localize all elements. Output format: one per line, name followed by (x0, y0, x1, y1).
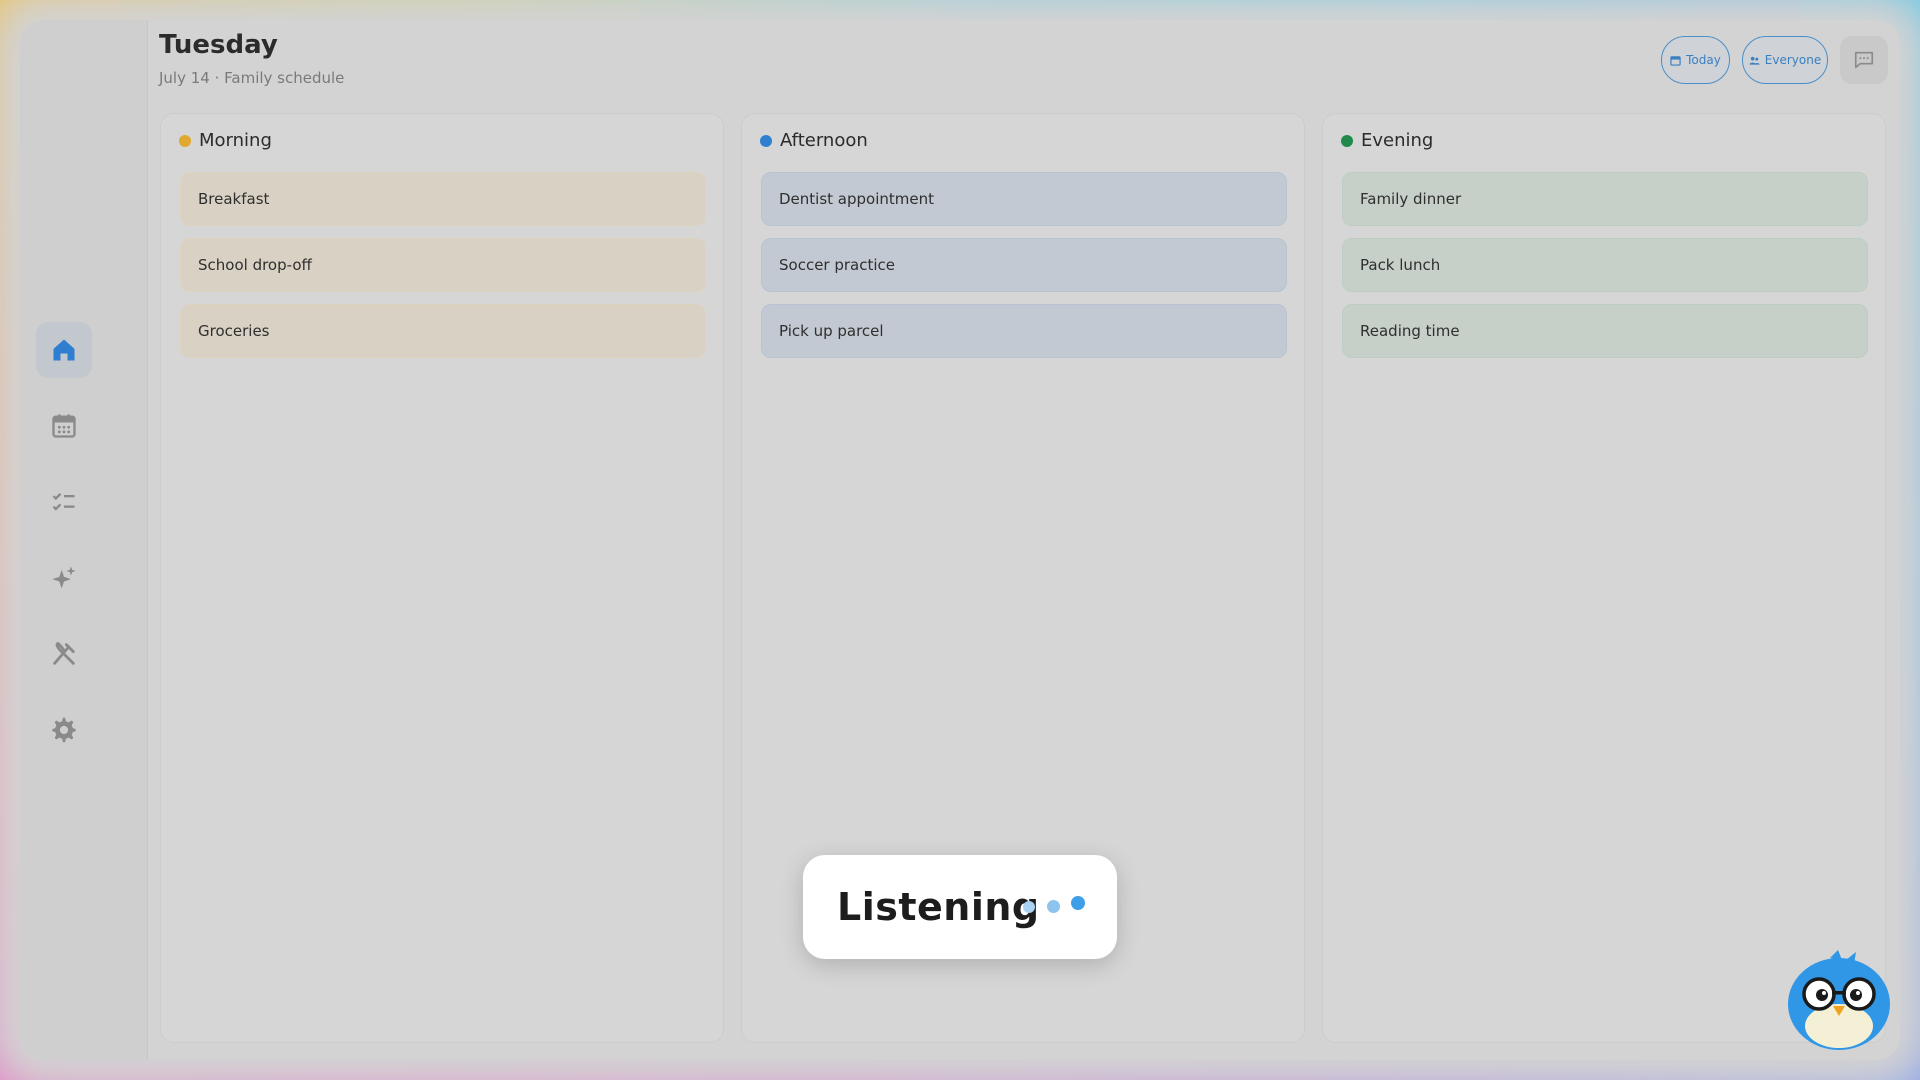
listening-dot (1047, 900, 1060, 913)
evening-dot (1341, 134, 1353, 147)
owl-mascot-icon[interactable] (1786, 950, 1892, 1052)
item-label: Pick up parcel (779, 322, 884, 340)
page-subtitle: July 14 · Family schedule (159, 69, 345, 87)
listening-dot (1023, 901, 1035, 913)
column-morning: Morning Breakfast School drop-off Grocer… (160, 113, 724, 1043)
listening-label: Listening (837, 885, 1040, 929)
list-item[interactable]: Family dinner (1342, 172, 1868, 226)
item-label: Breakfast (198, 190, 270, 208)
sidebar-item-home[interactable] (36, 322, 92, 378)
list-item[interactable]: Reading time (1342, 304, 1868, 358)
sidebar (20, 20, 148, 1060)
home-icon (53, 339, 75, 361)
item-label: Groceries (198, 322, 270, 340)
item-label: Reading time (1360, 322, 1460, 340)
today-button[interactable]: Today (1661, 36, 1730, 84)
column-title: Evening (1361, 130, 1434, 151)
everyone-label: Everyone (1764, 53, 1822, 67)
sidebar-item-settings[interactable] (36, 702, 92, 758)
column-header: Afternoon (760, 130, 868, 151)
column-header: Evening (1341, 130, 1433, 151)
chat-button[interactable] (1840, 36, 1888, 84)
page-title: Tuesday (159, 30, 278, 60)
list-item[interactable]: Dentist appointment (761, 172, 1287, 226)
item-label: Soccer practice (779, 256, 896, 274)
item-label: Family dinner (1360, 190, 1462, 208)
people-icon (1749, 56, 1760, 65)
list-item[interactable]: Soccer practice (761, 238, 1287, 292)
list-item[interactable]: Pick up parcel (761, 304, 1287, 358)
item-label: Dentist appointment (779, 190, 934, 208)
sidebar-item-tasks[interactable] (36, 474, 92, 530)
checklist-icon (52, 493, 75, 511)
column-evening: Evening Family dinner Pack lunch Reading… (1322, 113, 1886, 1043)
chat-icon (1854, 51, 1874, 69)
list-item[interactable]: Breakfast (180, 172, 706, 226)
everyone-button[interactable]: Everyone (1742, 36, 1828, 84)
column-title: Afternoon (780, 130, 868, 151)
sparkles-icon (52, 566, 76, 589)
calendar-icon (1670, 55, 1681, 66)
column-title: Morning (199, 130, 272, 151)
item-label: Pack lunch (1360, 256, 1441, 274)
list-item[interactable]: Pack lunch (1342, 238, 1868, 292)
sidebar-item-meals[interactable] (36, 626, 92, 682)
gear-icon (52, 717, 76, 743)
sidebar-item-magic[interactable] (36, 550, 92, 606)
sidebar-item-calendar[interactable] (36, 398, 92, 454)
list-item[interactable]: Groceries (180, 304, 706, 358)
morning-dot (179, 134, 191, 147)
afternoon-dot (760, 134, 772, 147)
listening-indicator: Listening (803, 855, 1117, 959)
column-header: Morning (179, 130, 272, 151)
utensils-icon (53, 642, 75, 665)
today-label: Today (1686, 53, 1721, 67)
calendar-icon (52, 414, 76, 438)
listening-dot (1071, 896, 1085, 910)
listening-dots (1021, 896, 1091, 917)
item-label: School drop-off (198, 256, 312, 274)
list-item[interactable]: School drop-off (180, 238, 706, 292)
